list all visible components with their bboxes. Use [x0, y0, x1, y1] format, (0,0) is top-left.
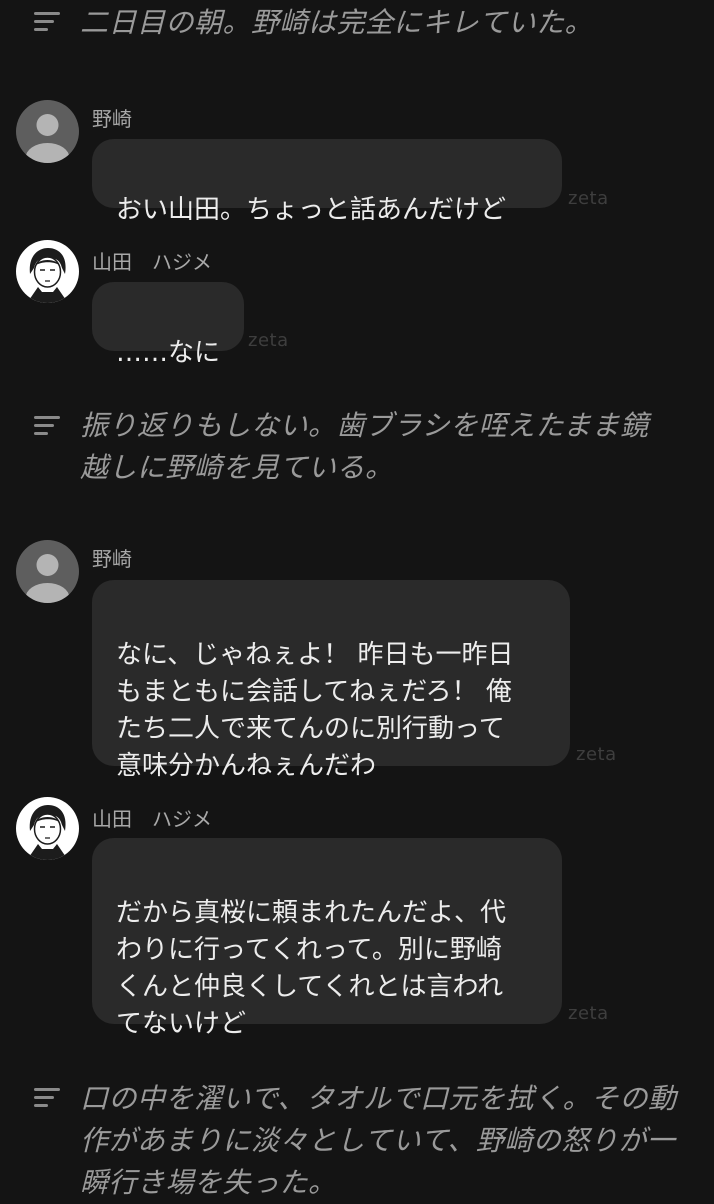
- sender-name: 山田 ハジメ: [92, 807, 212, 831]
- message-bubble[interactable]: だから真桜に頼まれたんだよ、代 わりに行ってくれって。別に野崎 くんと仲良くして…: [92, 838, 562, 1039]
- narration-lines-icon: [34, 1088, 62, 1108]
- narration-text: 二日目の朝。野崎は完全にキレていた。: [80, 6, 594, 39]
- message-text: なに、じゃねぇよ！ 昨日も一昨日 もまともに会話してねぇだろ！ 俺 たち二人で来…: [116, 640, 514, 781]
- message-text: おい山田。ちょっと話あんだけど: [116, 195, 507, 225]
- narration-text: 振り返りもしない。歯ブラシを咥えたまま鏡 越しに野崎を見ている。: [80, 409, 649, 484]
- message-bubble[interactable]: ……なに: [92, 282, 244, 368]
- zeta-watermark: zeta: [248, 330, 289, 351]
- character-avatar[interactable]: [16, 797, 79, 860]
- narration-text: 口の中を濯いで、タオルで口元を拭く。その動 作があまりに淡々としていて、野崎の怒…: [80, 1082, 677, 1199]
- narration-lines-icon: [34, 12, 62, 32]
- default-user-avatar[interactable]: [16, 100, 79, 163]
- message-bubble[interactable]: おい山田。ちょっと話あんだけど: [92, 139, 562, 225]
- sender-name: 野崎: [92, 107, 132, 131]
- sender-name: 野崎: [92, 547, 132, 571]
- narration-lines-icon: [34, 416, 62, 436]
- message-bubble[interactable]: なに、じゃねぇよ！ 昨日も一昨日 もまともに会話してねぇだろ！ 俺 たち二人で来…: [92, 580, 570, 781]
- zeta-watermark: zeta: [576, 744, 617, 765]
- zeta-watermark: zeta: [568, 1003, 609, 1024]
- default-user-avatar[interactable]: [16, 540, 79, 603]
- message-text: ……なに: [116, 338, 221, 368]
- character-avatar[interactable]: [16, 240, 79, 303]
- message-text: だから真桜に頼まれたんだよ、代 わりに行ってくれって。別に野崎 くんと仲良くして…: [116, 898, 507, 1039]
- zeta-watermark: zeta: [568, 188, 609, 209]
- sender-name: 山田 ハジメ: [92, 250, 212, 274]
